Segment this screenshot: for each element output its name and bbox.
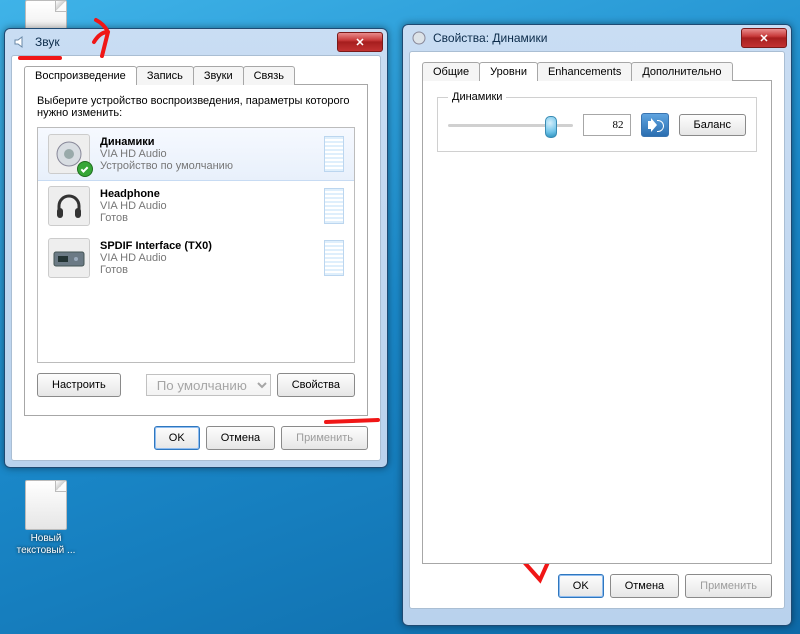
- tab-sounds[interactable]: Звуки: [193, 66, 244, 85]
- tab-recording[interactable]: Запись: [136, 66, 194, 85]
- apply-button[interactable]: Применить: [281, 426, 368, 450]
- device-driver: VIA HD Audio: [100, 148, 314, 160]
- device-driver: VIA HD Audio: [100, 252, 314, 264]
- device-list[interactable]: Динамики VIA HD Audio Устройство по умол…: [37, 127, 355, 363]
- ok-button[interactable]: OK: [154, 426, 200, 450]
- level-meter: [324, 136, 344, 172]
- tab-row: Общие Уровни Enhancements Дополнительно: [422, 62, 772, 81]
- level-meter: [324, 240, 344, 276]
- titlebar[interactable]: Звук ✕: [5, 29, 387, 55]
- tab-row: Воспроизведение Запись Звуки Связь: [24, 66, 368, 85]
- device-name: SPDIF Interface (TX0): [100, 240, 314, 252]
- level-meter: [324, 188, 344, 224]
- configure-button[interactable]: Настроить: [37, 373, 121, 397]
- headphone-device-icon: [48, 186, 90, 226]
- set-default-dropdown[interactable]: По умолчанию: [146, 374, 271, 396]
- tab-levels[interactable]: Уровни: [479, 62, 538, 81]
- close-button[interactable]: ✕: [741, 28, 787, 48]
- device-name: Headphone: [100, 188, 314, 200]
- speaker-icon: [13, 34, 29, 50]
- group-label: Динамики: [448, 91, 506, 103]
- close-button[interactable]: ✕: [337, 32, 383, 52]
- desktop-icon-label: Новый текстовый ...: [10, 533, 82, 557]
- speaker-icon: [411, 30, 427, 46]
- speaker-unmuted-icon: [648, 118, 662, 132]
- instruction-text: Выберите устройство воспроизведения, пар…: [37, 95, 355, 119]
- speaker-device-icon: [48, 134, 90, 174]
- sound-dialog: Звук ✕ Воспроизведение Запись Звуки Связ…: [4, 28, 388, 468]
- cancel-button[interactable]: Отмена: [206, 426, 275, 450]
- device-status: Устройство по умолчанию: [100, 160, 314, 172]
- device-item-spdif[interactable]: SPDIF Interface (TX0) VIA HD Audio Готов: [38, 232, 354, 284]
- mute-button[interactable]: [641, 113, 669, 137]
- device-item-headphone[interactable]: Headphone VIA HD Audio Готов: [38, 180, 354, 232]
- ok-button[interactable]: OK: [558, 574, 604, 598]
- balance-button[interactable]: Баланс: [679, 114, 746, 136]
- cancel-button[interactable]: Отмена: [610, 574, 679, 598]
- device-name: Динамики: [100, 136, 314, 148]
- spdif-device-icon: [48, 238, 90, 278]
- desktop-icon-textfile[interactable]: Новый текстовый ...: [10, 480, 82, 557]
- tab-enhancements[interactable]: Enhancements: [537, 62, 632, 81]
- volume-slider[interactable]: [448, 124, 573, 127]
- tab-advanced[interactable]: Дополнительно: [631, 62, 732, 81]
- window-title: Звук: [35, 35, 337, 49]
- tab-general[interactable]: Общие: [422, 62, 480, 81]
- default-check-icon: [77, 161, 93, 177]
- properties-button[interactable]: Свойства: [277, 373, 355, 397]
- titlebar[interactable]: Свойства: Динамики ✕: [403, 25, 791, 51]
- device-status: Готов: [100, 212, 314, 224]
- device-item-speakers[interactable]: Динамики VIA HD Audio Устройство по умол…: [37, 127, 355, 181]
- tab-communications[interactable]: Связь: [243, 66, 295, 85]
- properties-dialog: Свойства: Динамики ✕ Общие Уровни Enhanc…: [402, 24, 792, 626]
- device-status: Готов: [100, 264, 314, 276]
- window-title: Свойства: Динамики: [433, 31, 741, 45]
- volume-value-field[interactable]: [583, 114, 631, 136]
- file-icon: [25, 480, 67, 530]
- slider-thumb[interactable]: [545, 116, 557, 138]
- speakers-level-group: Динамики Баланс: [437, 91, 757, 152]
- tab-playback[interactable]: Воспроизведение: [24, 66, 137, 85]
- device-driver: VIA HD Audio: [100, 200, 314, 212]
- apply-button[interactable]: Применить: [685, 574, 772, 598]
